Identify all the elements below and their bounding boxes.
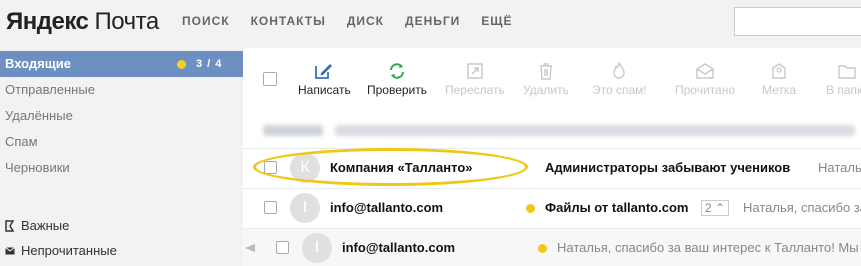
drag-handle-icon[interactable] [245, 244, 255, 252]
blurred-text [263, 125, 323, 136]
move-to-folder-button[interactable]: В папку [826, 62, 861, 97]
message-snippet: Наталья, спасибо за ваш интерес к Таллан… [557, 240, 859, 255]
blurred-message-row [243, 110, 861, 150]
compose-button[interactable]: Написать [298, 62, 351, 97]
inbox-count: 3 / 4 [196, 58, 223, 70]
message-snippet: Наталья, спасибо за [743, 200, 861, 215]
folder-inbox-label: Входящие [5, 56, 71, 71]
forward-label: Переслать [445, 83, 505, 97]
logo-product: Почта [94, 8, 160, 35]
nav-disk[interactable]: диск [347, 14, 384, 28]
search-input[interactable] [734, 7, 861, 36]
refresh-icon [390, 63, 404, 79]
label-important-text: Важные [21, 218, 70, 233]
delete-label: Удалить [523, 83, 569, 97]
folder-drafts[interactable]: Черновики [0, 155, 243, 181]
message-checkbox[interactable] [264, 201, 277, 214]
mark-read-button[interactable]: Прочитано [675, 62, 735, 97]
unread-dot-icon [177, 60, 186, 69]
label-button-text: Метка [762, 83, 797, 97]
spam-fire-icon [613, 62, 626, 79]
forward-icon [467, 63, 483, 79]
folder-deleted-label: Удалённые [5, 108, 73, 123]
folder-sent[interactable]: Отправленные [0, 77, 243, 103]
folder-drafts-label: Черновики [5, 160, 70, 175]
message-snippet: Наталья! [818, 160, 861, 175]
important-flag-icon [5, 219, 15, 232]
unread-envelope-icon [5, 246, 15, 254]
highlight-ellipse [253, 148, 528, 186]
message-sender: info@tallanto.com [342, 240, 456, 255]
nav-contacts[interactable]: контакты [251, 14, 326, 28]
compose-label: Написать [298, 83, 351, 97]
folder-icon [838, 65, 856, 79]
yandex-mail-logo[interactable]: Яндекс Почта [6, 8, 159, 36]
nav-search[interactable]: поиск [182, 14, 230, 28]
folder-deleted[interactable]: Удалённые [0, 103, 243, 129]
move-to-folder-label: В папку [826, 83, 861, 97]
check-mail-button[interactable]: Проверить [367, 62, 427, 97]
top-nav: поиск контакты диск деньги ещё [182, 14, 513, 28]
thread-count: 2 [705, 201, 712, 215]
folder-spam-label: Спам [5, 134, 38, 149]
message-row[interactable]: I info@tallanto.com Файлы от tallanto.co… [243, 188, 861, 226]
message-subject: Файлы от tallanto.com [545, 200, 689, 215]
nav-money[interactable]: деньги [405, 14, 460, 28]
select-all-checkbox[interactable] [263, 72, 277, 86]
label-tag-icon [772, 63, 786, 79]
check-mail-label: Проверить [367, 83, 428, 97]
folder-inbox[interactable]: Входящие 3 / 4 [0, 51, 243, 77]
label-important[interactable]: Важные [5, 218, 69, 233]
label-unread[interactable]: Непрочитанные [5, 243, 117, 258]
avatar: I [302, 233, 332, 263]
mark-read-label: Прочитано [675, 83, 735, 97]
label-button[interactable]: Метка [762, 62, 796, 97]
folder-spam[interactable]: Спам [0, 129, 243, 155]
thread-count-badge[interactable]: 2 ⌃ [701, 200, 730, 216]
spam-label: Это спам! [592, 83, 647, 97]
app-header: Яндекс Почта поиск контакты диск деньги … [0, 0, 861, 48]
nav-more[interactable]: ещё [481, 14, 512, 28]
trash-icon [539, 63, 552, 80]
message-subject: Администраторы забывают учеников [545, 160, 791, 175]
delete-button[interactable]: Удалить [523, 62, 569, 97]
message-row[interactable]: I info@tallanto.com Наталья, спасибо за … [243, 228, 861, 266]
label-unread-text: Непрочитанные [21, 243, 117, 258]
chevron-up-icon: ⌃ [715, 201, 726, 215]
sidebar: Входящие 3 / 4 Отправленные Удалённые Сп… [0, 48, 243, 266]
read-envelope-icon [696, 63, 714, 79]
folder-sent-label: Отправленные [5, 82, 95, 97]
unread-dot-icon[interactable] [526, 204, 535, 213]
unread-dot-icon[interactable] [538, 244, 547, 253]
spam-button[interactable]: Это спам! [592, 62, 647, 97]
avatar: I [290, 193, 320, 223]
compose-icon [315, 64, 333, 79]
blurred-text [335, 125, 855, 136]
logo-brand: Яндекс [6, 8, 89, 35]
message-checkbox[interactable] [276, 241, 289, 254]
forward-button[interactable]: Переслать [445, 62, 505, 97]
toolbar: Написать Проверить Переслать Удалить Это… [243, 48, 861, 110]
message-sender: info@tallanto.com [330, 200, 444, 215]
